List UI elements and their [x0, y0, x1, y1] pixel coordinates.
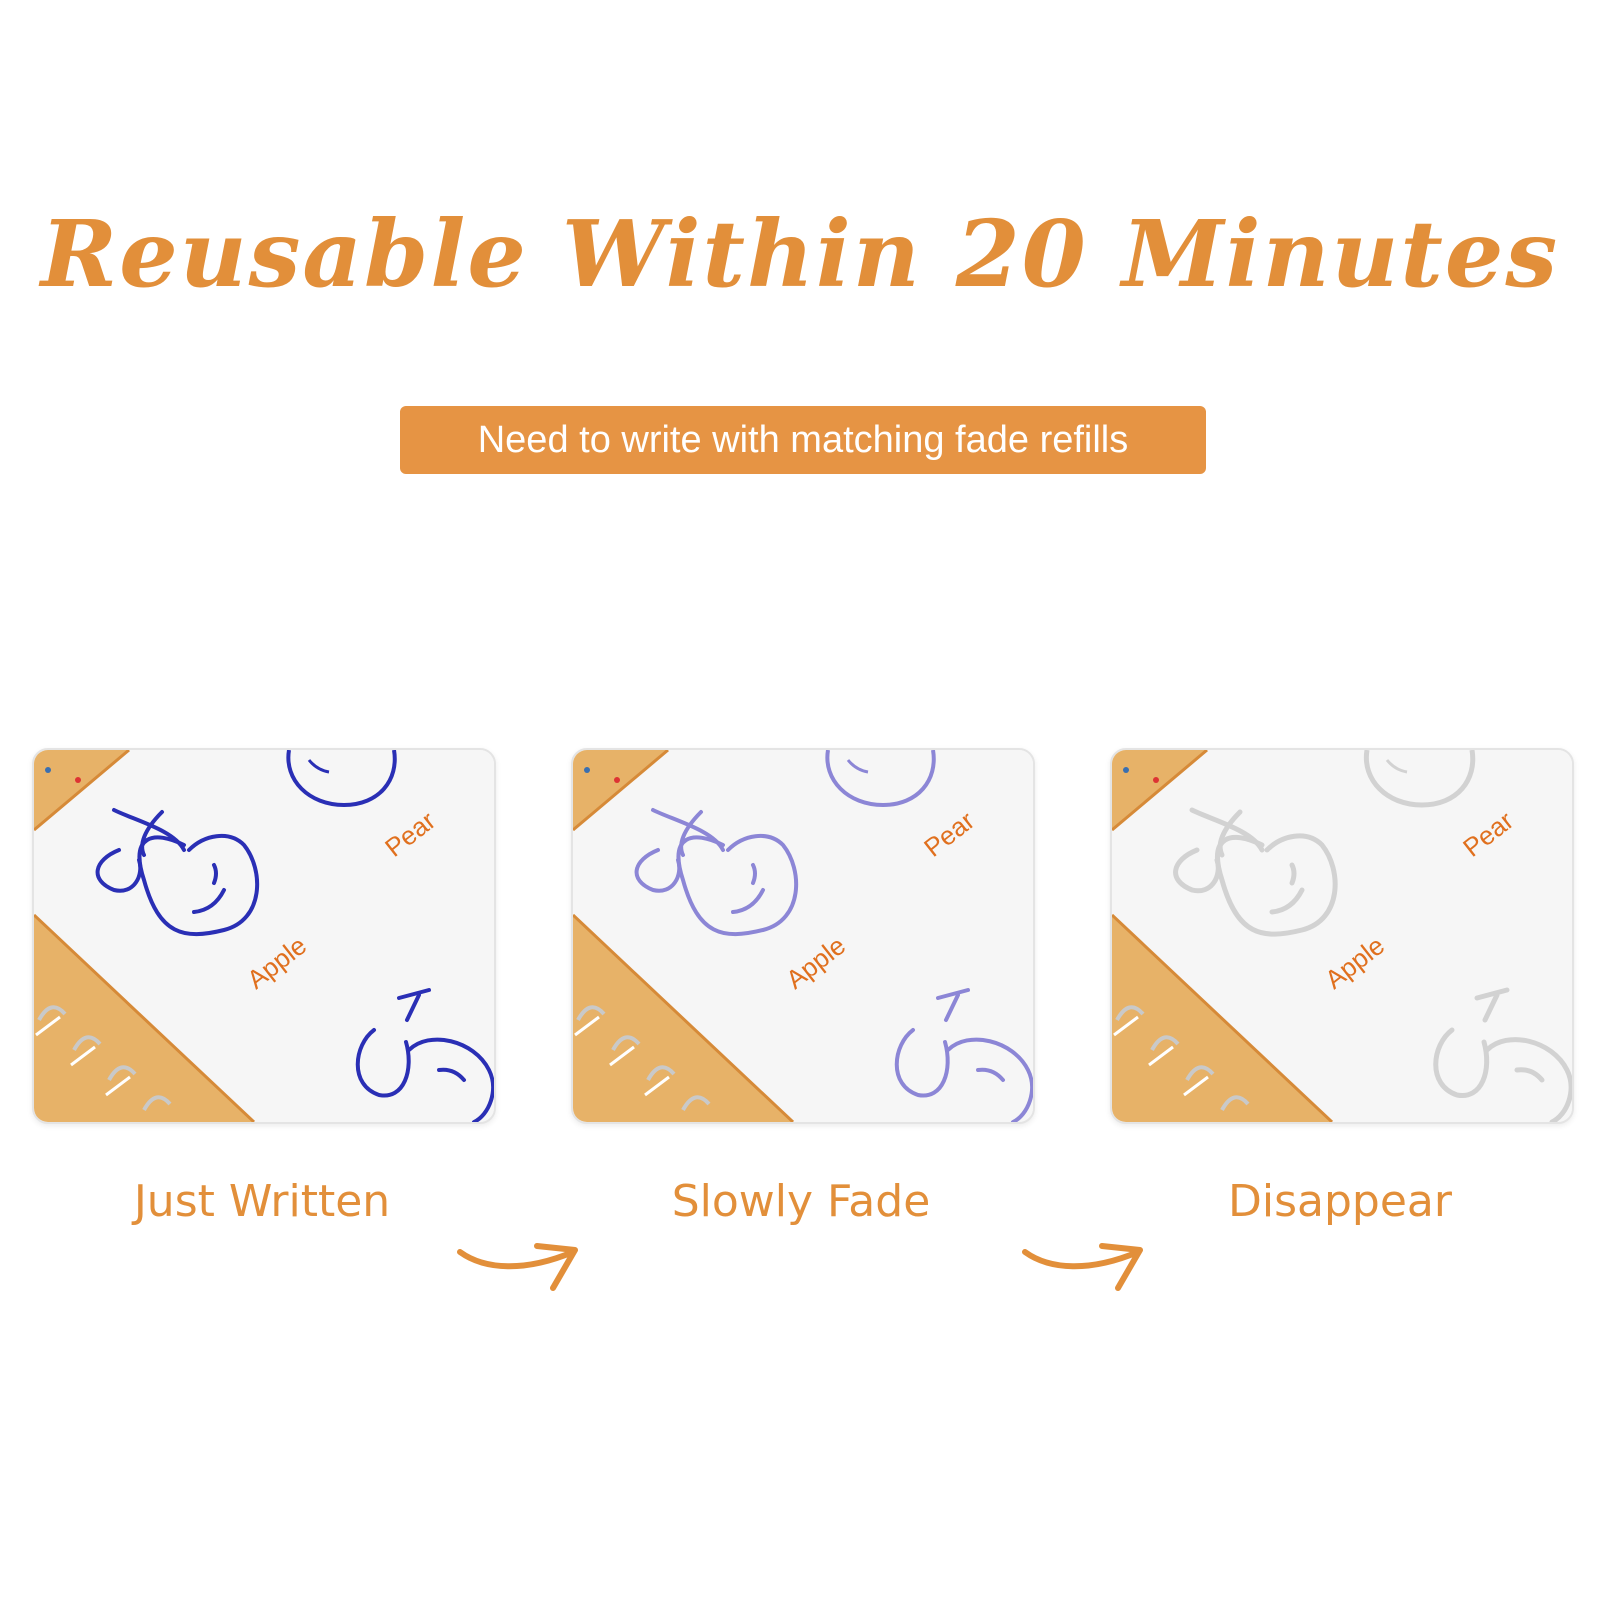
page-title: Reusable Within 20 Minutes	[40, 200, 1560, 308]
refill-notice-badge: Need to write with matching fade refills	[400, 406, 1206, 474]
stage-label-slowly-fade: Slowly Fade	[671, 1176, 931, 1227]
stage-card-disappear: Apple Pear	[1110, 748, 1574, 1124]
curved-arrow-right-icon	[457, 1243, 578, 1291]
stage-card-slowly-fade: Apple Pear	[571, 748, 1035, 1124]
curved-arrow-right-icon	[1022, 1243, 1143, 1291]
stage-label-disappear: Disappear	[1228, 1176, 1452, 1227]
stage-label-just-written: Just Written	[133, 1176, 391, 1227]
stage-card-just-written: Apple Pear	[32, 748, 496, 1124]
